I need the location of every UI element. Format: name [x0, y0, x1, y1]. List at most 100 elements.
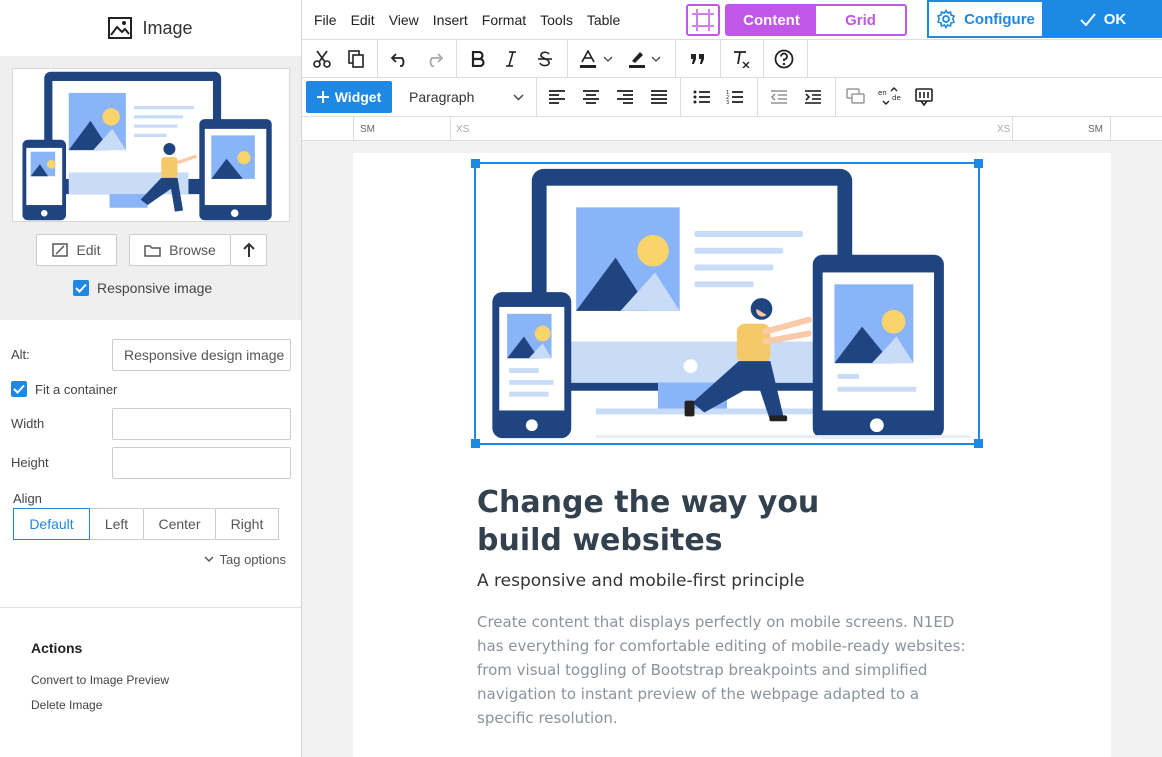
fit-container-label: Fit a container	[35, 381, 118, 397]
chevron-down-icon	[603, 55, 613, 62]
browse-button[interactable]: Browse	[129, 234, 231, 266]
toolbar-divider	[377, 40, 378, 78]
ruler-sm-left[interactable]: SM	[360, 124, 375, 135]
comments-button[interactable]	[844, 86, 868, 108]
content-mode-button[interactable]: Content	[727, 6, 816, 34]
scissors-icon	[313, 50, 331, 68]
align-button-group: Default Left Center Right	[13, 508, 291, 540]
italic-button[interactable]	[499, 48, 523, 70]
responsive-image-checkbox[interactable]	[73, 280, 89, 296]
alt-label: Alt:	[11, 347, 30, 362]
browse-label: Browse	[169, 242, 216, 258]
menu-table[interactable]: Table	[587, 12, 620, 28]
align-label: Align	[13, 491, 42, 506]
numbered-list-button[interactable]: 123	[723, 86, 747, 108]
italic-icon	[506, 51, 516, 67]
add-widget-button[interactable]: Widget	[306, 81, 392, 113]
align-center-button[interactable]: Center	[144, 508, 216, 540]
bullet-list-button[interactable]	[690, 86, 714, 108]
menu-format[interactable]: Format	[482, 12, 526, 28]
article-paragraph[interactable]: Create content that displays perfectly o…	[477, 610, 977, 730]
image-properties-sidebar: Image Edit Browse Responsive image Alt: …	[0, 0, 302, 757]
clear-formatting-button[interactable]	[729, 48, 753, 70]
align-center-text-button[interactable]	[579, 86, 603, 108]
responsive-design-illustration	[492, 168, 971, 439]
resize-handle-bottom-left[interactable]	[471, 439, 480, 448]
bold-button[interactable]	[466, 48, 490, 70]
align-left-text-button[interactable]	[545, 86, 569, 108]
text-color-button[interactable]	[576, 48, 600, 70]
ruler-sm-right[interactable]: SM	[1088, 124, 1103, 135]
justify-text-button[interactable]	[647, 86, 671, 108]
undo-button[interactable]	[388, 48, 412, 70]
responsive-image-row: Responsive image	[73, 280, 301, 296]
alt-input[interactable]: Responsive design image	[112, 338, 291, 371]
outdent-button[interactable]	[767, 86, 791, 108]
ruler-tick	[353, 117, 354, 141]
align-default-button[interactable]: Default	[13, 508, 90, 540]
help-button[interactable]	[772, 48, 796, 70]
text-color-dropdown[interactable]	[601, 48, 615, 70]
height-input[interactable]	[112, 446, 291, 479]
checkmark-icon	[75, 283, 87, 293]
menu-bar: File Edit View Insert Format Tools Table…	[302, 0, 1162, 39]
article-heading[interactable]: Change the way you build websites	[477, 484, 897, 560]
indent-icon	[805, 90, 821, 104]
ruler-xs-right[interactable]: XS	[997, 124, 1010, 135]
tag-options-toggle[interactable]: Tag options	[11, 552, 286, 567]
selected-image[interactable]	[471, 159, 983, 448]
special-characters-button[interactable]	[912, 86, 936, 108]
delete-image-action[interactable]: Delete Image	[31, 698, 301, 712]
editor-canvas: Change the way you build websites A resp…	[302, 141, 1162, 757]
highlight-color-button[interactable]	[625, 48, 649, 70]
menu-file[interactable]: File	[314, 12, 337, 28]
comments-icon	[846, 88, 865, 104]
browse-group: Browse	[129, 234, 267, 266]
frame-select-icon	[692, 9, 714, 31]
menu-insert[interactable]: Insert	[433, 12, 468, 28]
height-label: Height	[11, 455, 49, 470]
blocks-mode-button[interactable]	[686, 4, 720, 36]
sidebar-header: Image	[0, 0, 301, 56]
copy-button[interactable]	[344, 48, 368, 70]
paragraph-format-select[interactable]: Paragraph	[402, 81, 530, 113]
menu-edit[interactable]: Edit	[351, 12, 375, 28]
upload-button[interactable]	[231, 234, 267, 266]
edit-image-button[interactable]: Edit	[36, 234, 117, 266]
width-input[interactable]	[112, 407, 291, 440]
formatting-toolbar	[302, 39, 1162, 78]
cut-button[interactable]	[310, 48, 334, 70]
menu-tools[interactable]: Tools	[540, 12, 573, 28]
redo-button[interactable]	[422, 48, 446, 70]
configure-label: Configure	[964, 10, 1035, 28]
blockquote-button[interactable]	[686, 48, 710, 70]
highlight-color-dropdown[interactable]	[649, 48, 663, 70]
fit-container-checkbox[interactable]	[11, 381, 27, 397]
strikethrough-icon	[538, 51, 552, 67]
ruler-tick	[1012, 117, 1013, 141]
menu-view[interactable]: View	[389, 12, 419, 28]
ruler-xs-left[interactable]: XS	[456, 124, 469, 135]
strikethrough-button[interactable]	[533, 48, 557, 70]
resize-handle-top-left[interactable]	[471, 159, 480, 168]
tag-options-label: Tag options	[219, 552, 287, 567]
ok-button[interactable]: OK	[1044, 0, 1162, 38]
toolbar-divider	[835, 78, 836, 116]
grid-mode-button[interactable]: Grid	[816, 6, 905, 34]
indent-button[interactable]	[801, 86, 825, 108]
article-subheading[interactable]: A responsive and mobile-first principle	[477, 571, 805, 591]
resize-handle-top-right[interactable]	[974, 159, 983, 168]
width-label: Width	[11, 416, 45, 431]
toolbar-divider	[536, 78, 537, 116]
translate-button[interactable]: en de	[878, 86, 902, 108]
outdent-icon	[770, 90, 787, 104]
configure-button[interactable]: Configure	[927, 0, 1044, 38]
resize-handle-bottom-right[interactable]	[974, 439, 983, 448]
align-right-text-button[interactable]	[613, 86, 637, 108]
bold-icon	[471, 51, 485, 67]
align-left-button[interactable]: Left	[90, 508, 144, 540]
fit-container-row: Fit a container	[11, 374, 291, 404]
convert-to-preview-action[interactable]: Convert to Image Preview	[31, 673, 301, 687]
align-right-button[interactable]: Right	[216, 508, 279, 540]
image-thumbnail[interactable]	[12, 68, 290, 222]
